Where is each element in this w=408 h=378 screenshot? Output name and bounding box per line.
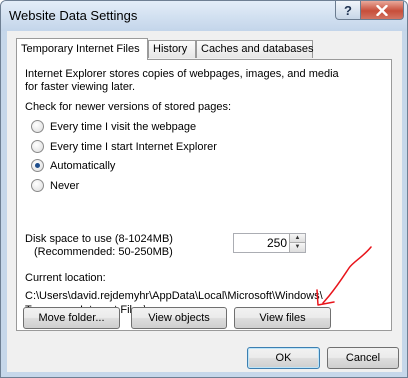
- help-icon: ?: [344, 2, 352, 18]
- button-label: Move folder...: [38, 312, 105, 324]
- current-location-label: Current location:: [25, 272, 106, 284]
- option-label: Every time I visit the webpage: [50, 120, 197, 133]
- button-label: Cancel: [345, 352, 381, 364]
- tab-caches-and-databases[interactable]: Caches and databases: [196, 40, 314, 58]
- website-data-settings-dialog: Website Data Settings ? Temporary Intern…: [0, 0, 408, 378]
- disk-space-recommended: (Recommended: 50-250MB): [34, 246, 173, 258]
- move-folder-button[interactable]: Move folder...: [23, 307, 120, 329]
- button-label: View files: [259, 312, 306, 324]
- view-files-button[interactable]: View files: [234, 307, 331, 329]
- radio-button-selected[interactable]: [31, 159, 44, 172]
- button-label: OK: [275, 352, 292, 364]
- tab-history[interactable]: History: [148, 40, 196, 58]
- tab-label: Caches and databases: [201, 43, 314, 55]
- close-icon: [376, 4, 388, 16]
- option-label: Never: [50, 179, 80, 192]
- option-every-visit[interactable]: Every time I visit the webpage: [31, 120, 196, 133]
- tab-label: History: [153, 43, 188, 55]
- dialog-client-area: Temporary Internet Files History Caches …: [7, 31, 402, 372]
- radio-button[interactable]: [31, 140, 44, 153]
- option-every-start[interactable]: Every time I start Internet Explorer: [31, 140, 217, 153]
- close-button[interactable]: [360, 1, 404, 20]
- option-automatically[interactable]: Automatically: [31, 159, 115, 172]
- option-label: Every time I start Internet Explorer: [50, 140, 217, 153]
- view-objects-button[interactable]: View objects: [131, 307, 227, 329]
- spin-down-button[interactable]: ▼: [289, 243, 305, 252]
- check-versions-label: Check for newer versions of stored pages…: [25, 101, 232, 113]
- option-label: Automatically: [50, 159, 116, 172]
- description-text-2: for faster viewing later.: [25, 81, 136, 93]
- description-text: Internet Explorer stores copies of webpa…: [25, 68, 339, 80]
- disk-space-spinbox[interactable]: 250 ▲ ▼: [233, 233, 306, 253]
- disk-space-value[interactable]: 250: [236, 236, 287, 250]
- spin-up-button[interactable]: ▲: [289, 234, 305, 243]
- cancel-button[interactable]: Cancel: [327, 347, 399, 369]
- ok-button[interactable]: OK: [247, 347, 320, 369]
- arrow-up-icon: ▲: [294, 235, 301, 241]
- help-button[interactable]: ?: [335, 1, 361, 20]
- radio-button[interactable]: [31, 179, 44, 192]
- radio-button[interactable]: [31, 120, 44, 133]
- temporary-internet-files-panel: Internet Explorer stores copies of webpa…: [16, 59, 392, 331]
- current-location-path: C:\Users\david.rejdemyhr\AppData\Local\M…: [25, 290, 323, 302]
- tab-temporary-internet-files[interactable]: Temporary Internet Files: [16, 38, 148, 60]
- option-never[interactable]: Never: [31, 179, 79, 192]
- button-label: View objects: [148, 312, 210, 324]
- arrow-down-icon: ▼: [294, 244, 301, 250]
- title-bar[interactable]: Website Data Settings ?: [1, 1, 407, 31]
- disk-space-label: Disk space to use (8-1024MB): [25, 233, 173, 245]
- tab-label: Temporary Internet Files: [21, 43, 140, 55]
- window-title: Website Data Settings: [9, 8, 138, 23]
